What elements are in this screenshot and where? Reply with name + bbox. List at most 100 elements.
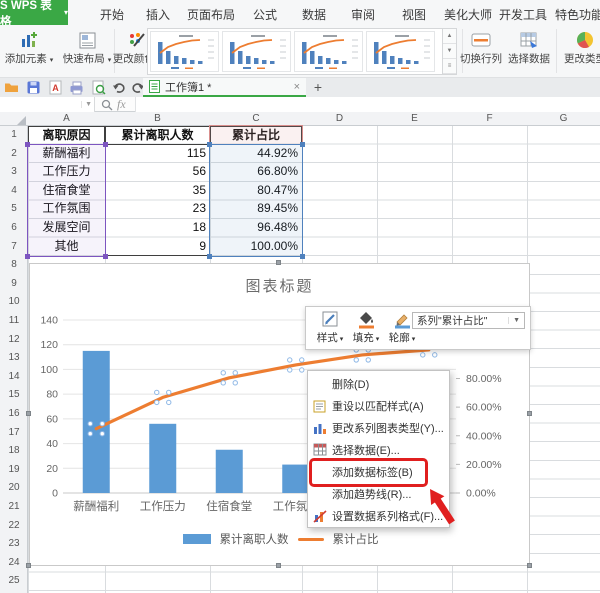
cell-B4[interactable]: 35: [105, 182, 210, 201]
cell-C7[interactable]: 100.00%: [210, 238, 302, 257]
series-selector-dropdown[interactable]: 系列"累计占比" ▼: [412, 312, 525, 329]
chart-title[interactable]: 图表标题: [30, 275, 529, 296]
chart-style-thumbnail[interactable]: [222, 31, 291, 72]
menu-item-change-series-type[interactable]: 更改系列图表类型(Y)...: [308, 417, 449, 439]
row-header-10[interactable]: 10: [0, 293, 28, 312]
row-header-2[interactable]: 2: [0, 145, 28, 164]
menu-tab-4[interactable]: 公式: [253, 6, 277, 23]
close-tab-icon[interactable]: ×: [294, 81, 300, 93]
undo-icon[interactable]: [112, 80, 127, 95]
cell-A7[interactable]: 其他: [28, 238, 105, 257]
row-header-24[interactable]: 24: [0, 554, 28, 573]
column-header-F[interactable]: F: [452, 113, 527, 124]
chevron-down-icon[interactable]: ▼: [81, 101, 92, 108]
cell-B2[interactable]: 115: [105, 145, 210, 164]
menu-item-select-data[interactable]: 选择数据(E)...: [308, 439, 449, 461]
row-header-3[interactable]: 3: [0, 163, 28, 182]
cell-A3[interactable]: 工作压力: [28, 163, 105, 182]
menu-tab-6[interactable]: 审阅: [351, 6, 375, 23]
row-header-5[interactable]: 5: [0, 200, 28, 219]
add-element-button[interactable]: 添加元素 ▾: [0, 29, 58, 66]
menu-item-delete[interactable]: 删除(D): [308, 373, 449, 395]
cell-B7[interactable]: 9: [105, 238, 210, 257]
style-button[interactable]: 样式 ▾: [312, 310, 348, 345]
menu-tab-7[interactable]: 视图: [402, 6, 426, 23]
wps-app-button[interactable]: S WPS 表格 ▾: [0, 0, 68, 25]
row-header-1[interactable]: 1: [0, 126, 28, 145]
menu-tab-5[interactable]: 数据: [302, 6, 326, 23]
row-header-8[interactable]: 8: [0, 256, 28, 275]
chart-legend[interactable]: 累计离职人数 累计占比: [63, 531, 498, 547]
chart-style-thumbnail[interactable]: [366, 31, 435, 72]
row-header-12[interactable]: 12: [0, 331, 28, 350]
row-header-23[interactable]: 23: [0, 535, 28, 554]
row-header-14[interactable]: 14: [0, 368, 28, 387]
new-tab-button[interactable]: +: [310, 78, 326, 97]
export-pdf-icon[interactable]: A: [48, 80, 63, 95]
bar-工作压力[interactable]: [149, 424, 176, 493]
chart-handle-bottom[interactable]: [276, 563, 281, 568]
chart-handle-right[interactable]: [527, 411, 532, 416]
print-preview-icon[interactable]: [91, 80, 106, 95]
cell-A6[interactable]: 发展空间: [28, 219, 105, 238]
row-header-17[interactable]: 17: [0, 424, 28, 443]
print-icon[interactable]: [69, 80, 84, 95]
cell-C4[interactable]: 80.47%: [210, 182, 302, 201]
save-icon[interactable]: [26, 80, 41, 95]
menu-item-add-data-labels[interactable]: 添加数据标签(B): [308, 461, 449, 483]
menu-tab-1[interactable]: 开始: [100, 6, 124, 23]
cell-A2[interactable]: 薪酬福利: [28, 145, 105, 164]
cell-A4[interactable]: 住宿食堂: [28, 182, 105, 201]
cell-C1[interactable]: 累计占比: [210, 126, 302, 145]
row-header-20[interactable]: 20: [0, 479, 28, 498]
open-folder-icon[interactable]: [4, 80, 19, 95]
bar-工作氛围[interactable]: [282, 465, 309, 493]
magnifier-icon[interactable]: [101, 99, 113, 111]
cell-C2[interactable]: 44.92%: [210, 145, 302, 164]
menu-tab-9[interactable]: 开发工具: [499, 6, 547, 23]
menu-item-format-series[interactable]: 设置数据系列格式(F)...: [308, 505, 449, 527]
cell-C5[interactable]: 89.45%: [210, 200, 302, 219]
chart-handle-bottom-right[interactable]: [527, 563, 532, 568]
document-tab[interactable]: 工作簿1 * ×: [143, 78, 306, 97]
cell-A1[interactable]: 离职原因: [28, 126, 105, 145]
cell-B5[interactable]: 23: [105, 200, 210, 219]
chart-style-thumbnail[interactable]: [150, 31, 219, 72]
select-all-corner[interactable]: [17, 116, 26, 125]
column-header-B[interactable]: B: [105, 113, 210, 124]
menu-tab-8[interactable]: 美化大师: [444, 6, 492, 23]
column-header-A[interactable]: A: [28, 113, 105, 124]
column-header-D[interactable]: D: [302, 113, 377, 124]
column-header-E[interactable]: E: [377, 113, 452, 124]
name-box[interactable]: ▼: [0, 97, 95, 112]
row-header-25[interactable]: 25: [0, 572, 28, 591]
chart-style-thumbnail[interactable]: [294, 31, 363, 72]
chart-handle-left[interactable]: [26, 411, 31, 416]
row-header-9[interactable]: 9: [0, 275, 28, 294]
chart-handle-top[interactable]: [276, 260, 281, 265]
cell-C6[interactable]: 96.48%: [210, 219, 302, 238]
bar-住宿食堂[interactable]: [216, 450, 243, 493]
menu-item-reset-style[interactable]: 重设以匹配样式(A): [308, 395, 449, 417]
column-header-G[interactable]: G: [527, 113, 600, 124]
bar-薪酬福利[interactable]: [83, 351, 110, 493]
menu-item-add-trendline[interactable]: 添加趋势线(R)...: [308, 483, 449, 505]
row-header-11[interactable]: 11: [0, 312, 28, 331]
change-type-button[interactable]: 更改类型: [556, 29, 600, 66]
row-header-21[interactable]: 21: [0, 498, 28, 517]
cell-C3[interactable]: 66.80%: [210, 163, 302, 182]
row-header-13[interactable]: 13: [0, 349, 28, 368]
row-header-16[interactable]: 16: [0, 405, 28, 424]
row-header-4[interactable]: 4: [0, 182, 28, 201]
formula-input[interactable]: [135, 97, 600, 112]
row-header-19[interactable]: 19: [0, 461, 28, 480]
menu-tab-10[interactable]: 特色功能: [555, 6, 600, 23]
fill-button[interactable]: 填充 ▾: [348, 310, 384, 345]
chart-style-gallery[interactable]: [147, 28, 443, 75]
cell-B6[interactable]: 18: [105, 219, 210, 238]
chart-handle-bottom-left[interactable]: [26, 563, 31, 568]
cell-B1[interactable]: 累计离职人数: [105, 126, 210, 145]
row-header-15[interactable]: 15: [0, 386, 28, 405]
row-header-6[interactable]: 6: [0, 219, 28, 238]
menu-tab-2[interactable]: 插入: [146, 6, 170, 23]
